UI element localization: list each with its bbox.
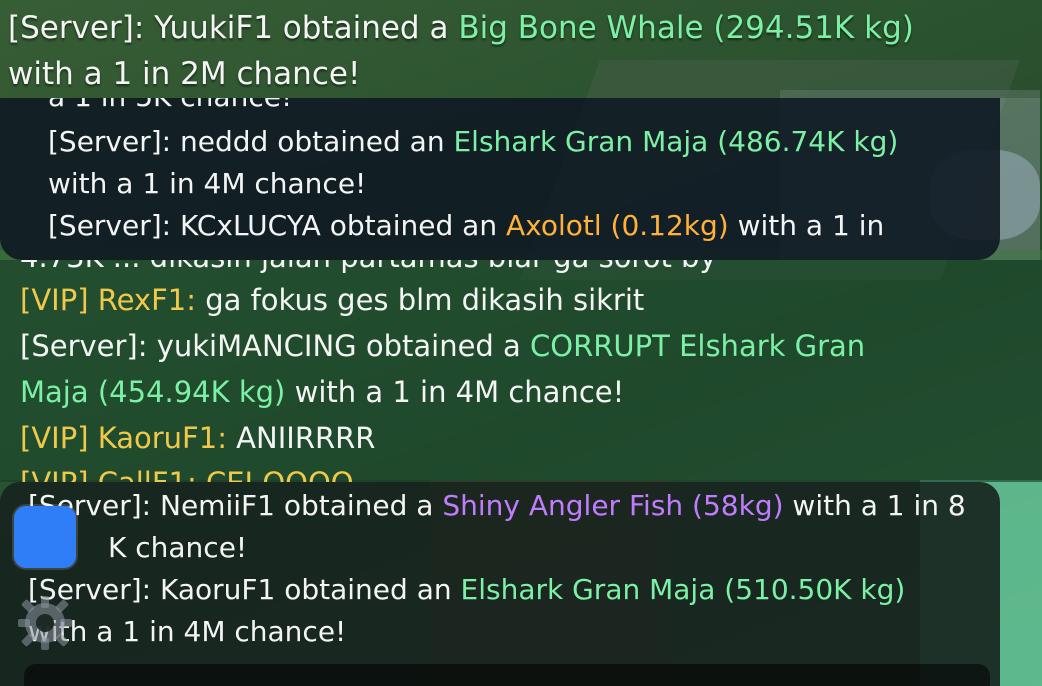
settings-button[interactable] — [14, 592, 76, 654]
message-text: with a 1 in 4M chance! — [285, 375, 625, 409]
message-text: [Server]: neddd obtained an — [48, 125, 454, 158]
catch-item: CORRUPT Elshark Gran — [530, 329, 866, 363]
chat-message: [Server]: YuukiF1 obtained a Big Bone Wh… — [8, 8, 914, 48]
message-text: [Server]: yukiMANCING obtained a — [20, 329, 531, 363]
message-text: ANIIRRRR — [226, 421, 376, 455]
chat-message: [Server]: KaoruF1 obtained an Elshark Gr… — [28, 572, 905, 608]
vip-tag: [VIP] — [20, 283, 89, 317]
chat-message-continuation: with a 1 in 4M chance! — [48, 167, 367, 200]
message-text: [Server]: KCxLUCYA obtained an — [48, 209, 506, 242]
message-text: [Server]: YuukiF1 obtained a — [8, 10, 459, 46]
vip-message: [VIP] KaoruF1: ANIIRRRR — [20, 418, 375, 458]
chat-message-continuation: with a 1 in 2M chance! — [8, 56, 361, 92]
message-text: with a 1 in — [728, 209, 885, 242]
chat-snippet-3: 4.73K ... dikasih jalan partamas biar ga… — [0, 260, 1042, 482]
clipped-line: a 1 in 5K chance! — [0, 98, 1042, 112]
catch-item: Elshark Gran Maja (486.74K kg) — [453, 125, 899, 158]
message-text: with a 1 in 8 — [783, 489, 966, 522]
vip-message: [VIP] RexF1: ga fokus ges blm dikasih si… — [20, 280, 644, 320]
chat-message-continuation: Maja (454.94K kg) with a 1 in 4M chance! — [20, 372, 624, 412]
chat-message: [Server]: neddd obtained an Elshark Gran… — [48, 124, 898, 160]
chat-input-bar[interactable] — [24, 664, 990, 686]
catch-item: Axolotl (0.12kg) — [505, 209, 729, 242]
catch-item: Big Bone Whale (294.51K kg) — [458, 10, 914, 46]
message-text: [Server]: KaoruF1 obtained an — [28, 573, 461, 606]
catch-item: Elshark Gran Maja (510.50K kg) — [460, 573, 906, 606]
vip-tag: [VIP] — [20, 421, 89, 455]
message-text: [Server]: NemiiF1 obtained a — [28, 489, 443, 522]
gear-icon — [18, 596, 72, 650]
chat-message: [Server]: yukiMANCING obtained a CORRUPT… — [20, 326, 865, 366]
catch-item: Shiny Angler Fish (58kg) — [442, 489, 784, 522]
chat-message: [Server]: KCxLUCYA obtained an Axolotl (… — [48, 208, 884, 244]
chat-snippet-1: [Server]: YuukiF1 obtained a Big Bone Wh… — [0, 0, 1042, 98]
chat-snippet-4: [Server]: NemiiF1 obtained a Shiny Angle… — [0, 482, 1042, 686]
chat-message: [Server]: NemiiF1 obtained a Shiny Angle… — [28, 488, 966, 524]
vip-username: RexF1: — [88, 283, 196, 317]
clipped-line: 4.73K ... dikasih jalan partamas biar ga… — [0, 260, 1042, 274]
chat-snippet-2: a 1 in 5K chance! [Server]: neddd obtain… — [0, 98, 1042, 260]
chat-toggle-button[interactable] — [14, 506, 76, 568]
catch-item: Maja (454.94K kg) — [20, 375, 286, 409]
message-text: ga fokus ges blm dikasih sikrit — [195, 283, 645, 317]
chat-message-continuation: K chance! — [108, 531, 248, 564]
vip-username: KaoruF1: — [88, 421, 227, 455]
clipped-line: [VIP] CallF1: CEI OOOO — [0, 468, 1042, 482]
